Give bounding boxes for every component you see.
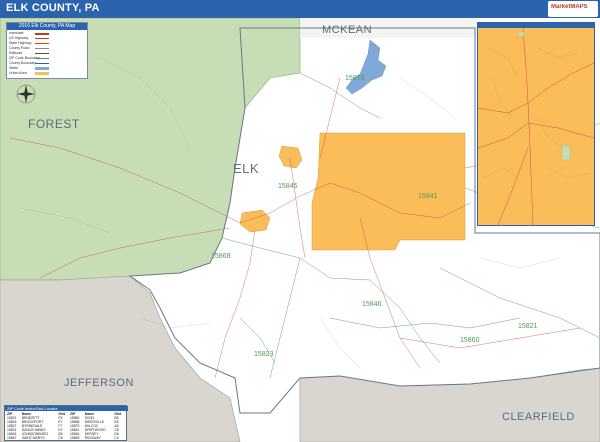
zip-label: 15841 (418, 193, 438, 200)
zip-label: 15821 (518, 323, 538, 330)
map-frame: ELK COUNTY, PA MarketMAPS MCKEAN FOREST … (0, 0, 600, 442)
zip-label: 15845 (278, 183, 298, 190)
legend-swatch (35, 33, 49, 35)
legend-swatch (35, 38, 49, 39)
zip-index-title: ZIP Code Index/Grid Locator (5, 406, 128, 411)
legend-label: County Road (9, 46, 30, 50)
county-label-clearfield: CLEARFIELD (502, 411, 575, 423)
legend-label: Water (9, 66, 19, 70)
legend-swatch (35, 58, 49, 59)
legend-row: Urban Area (9, 71, 85, 76)
legend-label: US Highway (9, 36, 29, 40)
county-label-elk: ELK (233, 161, 259, 176)
table-row: 15857 SAINT MARYS C6 15853 RIDGWAY C4 (6, 436, 125, 440)
legend-label: State Highway (9, 41, 32, 45)
legend-swatch (35, 48, 49, 49)
legend-swatch (35, 67, 49, 70)
zip-label: 15846 (362, 301, 382, 308)
title-bar: ELK COUNTY, PA MarketMAPS (0, 0, 600, 18)
table-cell: 15853 (70, 436, 80, 440)
map-legend: 2016 Elk County, PA Map Interstate US Hi… (6, 22, 88, 79)
legend-swatch (35, 43, 49, 44)
publisher-logo[interactable]: MarketMAPS (548, 1, 598, 17)
inset-map[interactable] (477, 22, 595, 226)
inset-map-canvas (478, 28, 594, 225)
legend-title: 2016 Elk County, PA Map (7, 23, 87, 30)
table-cell: SAINT MARYS (21, 436, 45, 440)
zip-label: 15823 (254, 351, 274, 358)
zip-label: 15870 (345, 75, 365, 82)
legend-label: Railroad (9, 51, 23, 55)
legend-label: Interstate (9, 31, 24, 35)
zip-index-table: ZIP Code Index/Grid Locator ZIP Name Gri… (4, 405, 128, 441)
logo-text: MarketMAPS (551, 4, 588, 10)
legend-swatch (35, 53, 49, 54)
legend-label: Urban Area (9, 71, 27, 75)
compass-rose-icon (16, 84, 36, 104)
legend-label: County Boundary (9, 61, 37, 65)
table-cell: 15857 (7, 436, 17, 440)
table-cell: C4 (114, 436, 119, 440)
legend-swatch (35, 72, 49, 75)
legend-swatch (35, 63, 49, 64)
county-label-mckean: MCKEAN (322, 24, 372, 36)
county-label-jefferson: JEFFERSON (64, 377, 134, 389)
table-cell: RIDGWAY (84, 436, 101, 440)
saint-marys-urban-area[interactable] (311, 132, 466, 251)
map-title: ELK COUNTY, PA (6, 2, 100, 14)
zip-label: 15860 (460, 337, 480, 344)
table-cell: C6 (58, 436, 63, 440)
county-label-forest: FOREST (28, 117, 80, 131)
zip-label: 15868 (211, 253, 231, 260)
zip-index-grid: ZIP Name Grid ZIP Name Grid 15821 BENEZE… (6, 412, 125, 440)
